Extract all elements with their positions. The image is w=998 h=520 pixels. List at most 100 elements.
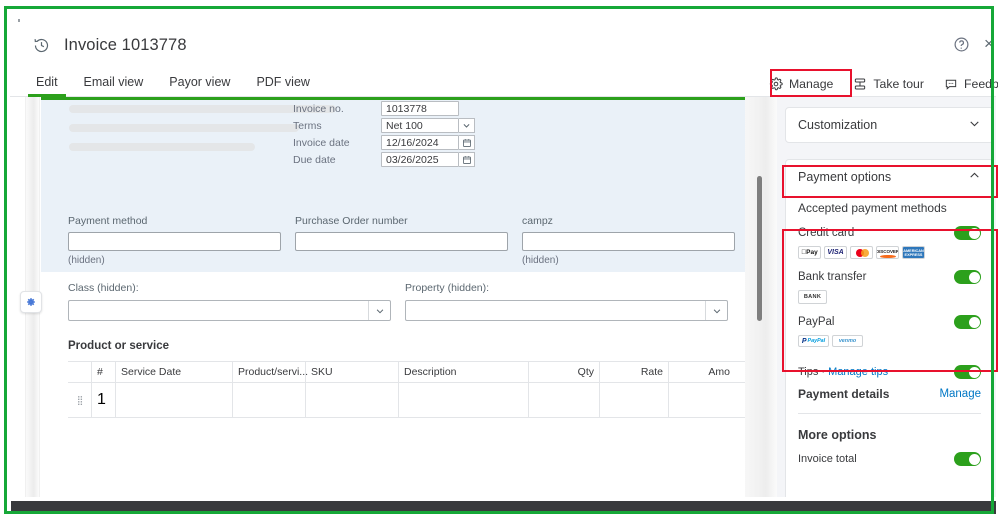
customization-header[interactable]: Customization: [786, 108, 993, 142]
chevron-up-icon[interactable]: [968, 169, 981, 185]
invoice-no-input[interactable]: 1013778: [381, 101, 459, 116]
tour-icon: [855, 78, 866, 90]
class-select[interactable]: [68, 300, 391, 321]
paypal-logos: P PayPal venmo: [798, 335, 981, 347]
amex-logo: AMERICAN EXPRESS: [902, 246, 925, 259]
tab-pdf-view[interactable]: PDF view: [256, 75, 309, 96]
line-items-grid: # Service Date Product/servi... SKU Desc…: [68, 361, 745, 418]
grid-col-sku: SKU: [306, 362, 399, 382]
paypal-logo: P PayPal: [798, 335, 829, 347]
row-number: 1: [92, 383, 116, 417]
settings-gear-chip[interactable]: [20, 291, 42, 313]
field-po-number: Purchase Order number: [295, 215, 508, 272]
field-label: Invoice date: [293, 136, 350, 149]
tab-email-view[interactable]: Email view: [84, 75, 144, 96]
field-due-date: Due date 03/26/2025: [293, 152, 475, 167]
cell-description[interactable]: [399, 383, 529, 417]
take-tour-label: Take tour: [873, 77, 924, 91]
venmo-logo: venmo: [832, 335, 863, 347]
customization-card[interactable]: Customization: [785, 107, 994, 143]
property-select[interactable]: [405, 300, 728, 321]
apple-pay-logo: Pay: [798, 246, 821, 259]
cell-service-date[interactable]: [116, 383, 233, 417]
tab-payor-view[interactable]: Payor view: [169, 75, 230, 96]
due-date-field[interactable]: 03/26/2025: [381, 152, 475, 167]
campz-input[interactable]: [522, 232, 735, 251]
cell-sku[interactable]: [306, 383, 399, 417]
page-scrollbar-thumb[interactable]: [757, 176, 762, 321]
payment-details-manage-link[interactable]: Manage: [939, 388, 981, 400]
chevron-down-icon: [368, 301, 390, 320]
feedback-button[interactable]: Feedback: [944, 77, 998, 91]
field-invoice-no: Invoice no. 1013778: [293, 101, 459, 116]
terms-select[interactable]: Net 100: [381, 118, 475, 133]
more-option-invoice-total: Invoice total: [786, 452, 993, 474]
grid-col-qty: Qty: [529, 362, 600, 382]
payment-options-title: Payment options: [798, 169, 892, 184]
grid-col-product: Product/servi...: [233, 362, 308, 382]
tips-toggle[interactable]: [954, 365, 981, 379]
field-label: Invoice no.: [293, 102, 344, 115]
due-date-value: 03/26/2025: [381, 152, 459, 167]
chevron-down-icon[interactable]: [968, 117, 981, 133]
history-clock-icon[interactable]: [32, 37, 50, 55]
field-hint: (hidden): [68, 255, 105, 266]
bank-transfer-logos: BANK: [798, 290, 981, 304]
bank-transfer-toggle[interactable]: [954, 270, 981, 284]
bank-logo: BANK: [798, 290, 827, 304]
paypal-toggle[interactable]: [954, 315, 981, 329]
speech-bubble-icon: [945, 79, 957, 90]
toolbar-actions: Manage Take tour Feedback: [769, 77, 998, 91]
take-tour-button[interactable]: Take tour: [853, 77, 924, 91]
invoice-total-toggle[interactable]: [954, 452, 981, 466]
payment-options-header[interactable]: Payment options: [786, 160, 993, 193]
view-tabs: Edit Email view Payor view PDF view Mana…: [10, 69, 998, 97]
drag-handle-icon[interactable]: ⣿: [68, 383, 92, 417]
manage-tips-link[interactable]: Manage tips: [828, 366, 888, 378]
invoice-date-value: 12/16/2024: [381, 135, 459, 150]
grid-col-amount: Amo: [708, 366, 730, 378]
cell-rate[interactable]: [600, 383, 669, 417]
payment-methods-list: Credit card Pay VISA DISCOVER: [786, 223, 993, 355]
cell-qty[interactable]: [529, 383, 600, 417]
close-icon[interactable]: ×: [984, 34, 996, 54]
credit-card-label: Credit card: [798, 227, 855, 239]
field-terms: Terms Net 100: [293, 118, 475, 133]
window-titlebar: Invoice 1013778 ×: [10, 22, 996, 69]
po-number-input[interactable]: [295, 232, 508, 251]
cell-product[interactable]: [233, 383, 306, 417]
skeleton-bar: [69, 143, 255, 151]
payment-options-card: Payment options Accepted payment methods…: [785, 159, 994, 501]
field-label: Payment method: [68, 215, 148, 227]
field-label: Class (hidden):: [68, 282, 139, 294]
page-title: Invoice 1013778: [64, 36, 187, 54]
credit-card-logos: Pay VISA DISCOVER AMERICANEXPRESS: [798, 246, 981, 259]
tips-label: Tips · Manage tips: [798, 366, 888, 378]
more-options-title: More options: [798, 428, 877, 442]
visa-logo: VISA: [824, 246, 847, 259]
invoice-date-field[interactable]: 12/16/2024: [381, 135, 475, 150]
table-row[interactable]: ⣿ 1: [68, 383, 745, 418]
help-circle-icon[interactable]: [953, 36, 970, 53]
payment-method-credit-card: Credit card Pay VISA DISCOVER: [798, 223, 981, 267]
payment-details-row: Payment details Manage: [786, 383, 993, 411]
field-label: Purchase Order number: [295, 215, 408, 227]
credit-card-toggle[interactable]: [954, 226, 981, 240]
feedback-label: Feedback: [963, 77, 998, 91]
gear-icon: [769, 77, 783, 91]
grid-header-row: # Service Date Product/servi... SKU Desc…: [68, 361, 745, 383]
mastercard-logo: [850, 246, 873, 259]
payment-method-row: Payment method (hidden) Purchase Order n…: [41, 215, 745, 272]
tab-edit[interactable]: Edit: [28, 75, 65, 97]
payment-details-label: Payment details: [798, 387, 890, 401]
chevron-down-icon: [459, 118, 475, 133]
gear-icon: [27, 298, 35, 306]
manage-button[interactable]: Manage: [769, 77, 833, 91]
payment-method-input[interactable]: [68, 232, 281, 251]
field-label: Terms: [293, 119, 322, 132]
viewport-bottom-fill: [0, 514, 998, 518]
cell-amount[interactable]: [669, 383, 735, 417]
field-campz: campz (hidden): [522, 215, 735, 272]
field-invoice-date: Invoice date 12/16/2024: [293, 135, 475, 150]
payment-method-paypal: PayPal P PayPal venmo: [798, 312, 981, 355]
